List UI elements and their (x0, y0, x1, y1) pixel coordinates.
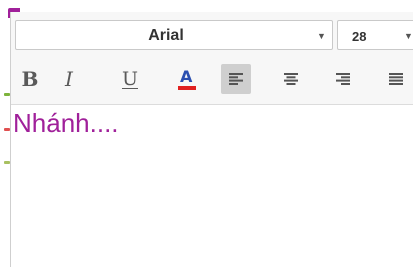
canvas-edge (0, 0, 10, 267)
color-swatch (178, 86, 196, 90)
text-editor-popup: Arial ▼ 28 ▼ B I U A Nhánh.... (10, 12, 413, 267)
bold-icon: B (21, 67, 39, 91)
align-left-button[interactable] (221, 64, 251, 94)
align-justify-icon (389, 73, 403, 85)
bold-button[interactable]: B (15, 64, 45, 94)
align-left-icon (229, 73, 243, 85)
text-color-icon: A (177, 67, 197, 91)
italic-button[interactable]: I (54, 64, 84, 94)
align-center-button[interactable] (276, 64, 306, 94)
chevron-down-icon: ▼ (317, 31, 326, 41)
font-size-value: 28 (352, 29, 367, 44)
align-justify-button[interactable] (381, 64, 411, 94)
formatting-toolbar: Arial ▼ 28 ▼ B I U A (11, 12, 413, 105)
content-text: Nhánh.... (13, 108, 119, 138)
italic-icon: I (65, 67, 73, 91)
align-right-button[interactable] (328, 64, 358, 94)
text-color-button[interactable]: A (172, 64, 202, 94)
underline-icon: U (121, 68, 138, 90)
align-center-icon (284, 73, 298, 85)
underline-button[interactable]: U (115, 64, 145, 94)
toolbar-row-font: Arial ▼ 28 ▼ (11, 12, 413, 58)
color-letter: A (180, 67, 193, 86)
align-right-icon (336, 73, 350, 85)
text-content-area[interactable]: Nhánh.... (13, 108, 408, 263)
font-family-value: Arial (148, 27, 184, 44)
toolbar-row-format: B I U A (11, 58, 413, 104)
font-family-select[interactable]: Arial ▼ (15, 20, 333, 50)
chevron-down-icon: ▼ (404, 31, 413, 41)
font-size-select[interactable]: 28 ▼ (337, 20, 413, 50)
